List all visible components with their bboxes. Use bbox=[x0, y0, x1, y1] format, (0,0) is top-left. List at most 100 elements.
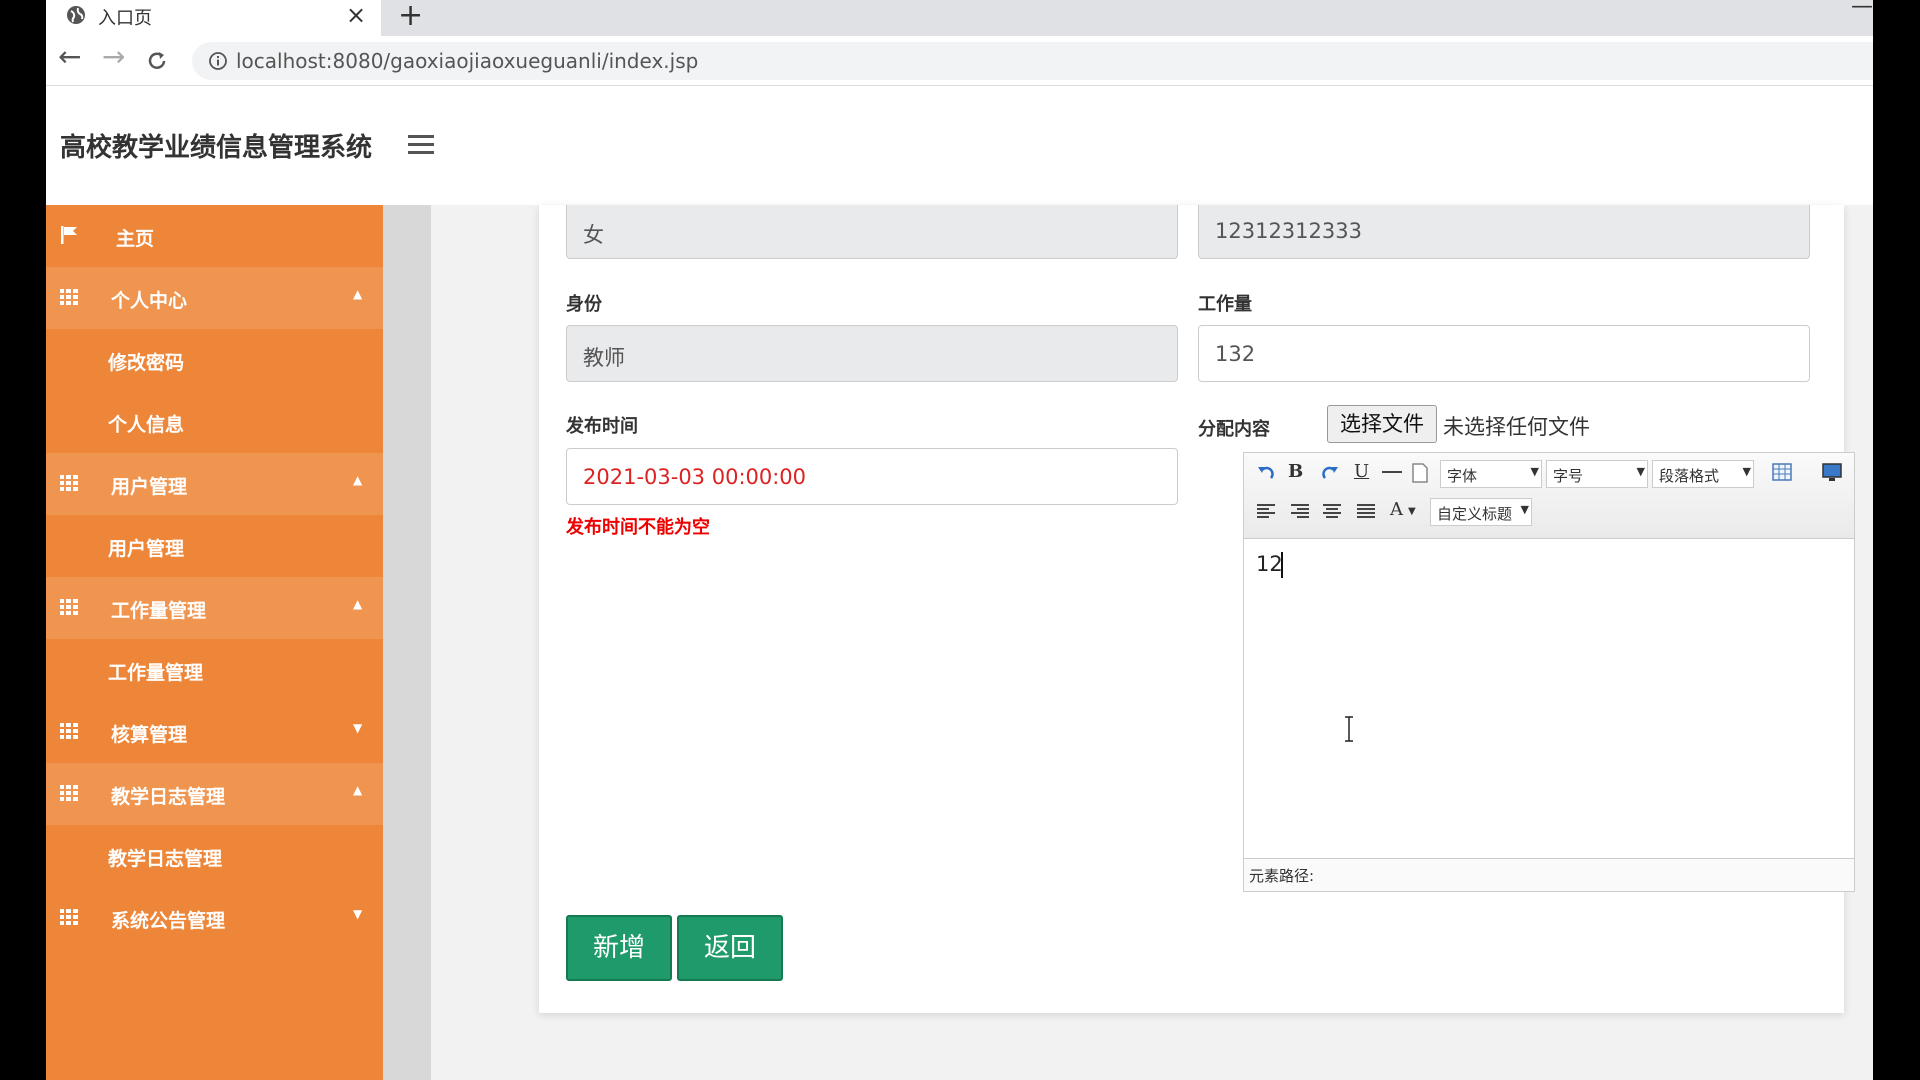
content-label: 分配内容 bbox=[1198, 419, 1270, 440]
gender-value: 女 bbox=[583, 223, 604, 247]
sidebar-item-workload-management[interactable]: 工作量管理 ▲ bbox=[46, 577, 383, 639]
url-bar[interactable]: localhost:8080/gaoxiaojiaoxueguanli/inde… bbox=[192, 42, 1873, 80]
grid-icon bbox=[60, 723, 78, 739]
tab-strip: 入口页 × + — bbox=[46, 0, 1873, 36]
sidebar-item-label: 修改密码 bbox=[108, 352, 185, 374]
gender-field[interactable]: 女 bbox=[566, 205, 1178, 259]
sidebar-item-label: 工作量管理 bbox=[111, 600, 207, 622]
font-family-select[interactable]: 字体 ▼ bbox=[1440, 460, 1542, 488]
sidebar-item-change-password[interactable]: 修改密码 bbox=[46, 329, 383, 391]
underline-icon[interactable]: U bbox=[1354, 461, 1369, 482]
font-size-select[interactable]: 字号 ▼ bbox=[1546, 460, 1648, 488]
new-tab-button[interactable]: + bbox=[398, 0, 423, 33]
element-path-bar: 元素路径: bbox=[1244, 858, 1854, 891]
align-left-icon[interactable] bbox=[1256, 503, 1276, 519]
publish-time-error: 发布时间不能为空 bbox=[566, 517, 710, 538]
editor-toolbar: B U 字体 ▼ 字号 ▼ 段落格式 ▼ A ▼ 自定义标题 ▼ bbox=[1244, 453, 1854, 539]
preview-icon[interactable] bbox=[1822, 462, 1842, 482]
flag-icon bbox=[61, 226, 77, 244]
forward-button[interactable]: → bbox=[102, 40, 125, 73]
sidebar-item-announcement-management[interactable]: 系统公告管理 ▼ bbox=[46, 887, 383, 949]
table-icon[interactable] bbox=[1772, 463, 1792, 481]
element-path-label: 元素路径: bbox=[1249, 867, 1315, 885]
align-center-icon[interactable] bbox=[1322, 503, 1342, 519]
bold-icon[interactable]: B bbox=[1288, 461, 1303, 482]
caret-up-icon: ▲ bbox=[353, 473, 363, 487]
sidebar-item-label: 个人信息 bbox=[108, 414, 185, 436]
info-icon[interactable] bbox=[208, 51, 228, 71]
page-icon[interactable] bbox=[1412, 463, 1428, 483]
identity-field[interactable]: 教师 bbox=[566, 325, 1178, 382]
editor-content-area[interactable]: 12 bbox=[1244, 540, 1854, 858]
app-title: 高校教学业绩信息管理系统 bbox=[60, 133, 373, 163]
editor-content-text: 12 bbox=[1256, 552, 1283, 576]
menu-toggle-icon[interactable] bbox=[408, 135, 434, 155]
sidebar-item-label: 个人中心 bbox=[111, 290, 188, 312]
phone-field[interactable]: 12312312333 bbox=[1198, 205, 1810, 259]
app-header: 高校教学业绩信息管理系统 bbox=[46, 87, 1873, 205]
back-button[interactable]: ← bbox=[58, 40, 81, 73]
sidebar-item-workload-management-sub[interactable]: 工作量管理 bbox=[46, 639, 383, 701]
globe-icon bbox=[67, 6, 85, 24]
sidebar: 主页 个人中心 ▲ 修改密码 个人信息 用户管理 ▲ 用户管理 工作量管理 ▲ bbox=[46, 205, 383, 1080]
add-button[interactable]: 新增 bbox=[566, 915, 672, 981]
back-button-form[interactable]: 返回 bbox=[677, 915, 783, 981]
rich-text-editor: B U 字体 ▼ 字号 ▼ 段落格式 ▼ A ▼ 自定义标题 ▼ 12 元素路径… bbox=[1243, 452, 1855, 892]
grid-icon bbox=[60, 289, 78, 305]
sidebar-item-personal-info[interactable]: 个人信息 bbox=[46, 391, 383, 453]
grid-icon bbox=[60, 785, 78, 801]
workload-label: 工作量 bbox=[1198, 294, 1252, 315]
close-tab-icon[interactable]: × bbox=[346, 1, 366, 29]
font-color-icon[interactable]: A bbox=[1390, 499, 1403, 520]
publish-time-label: 发布时间 bbox=[566, 416, 638, 437]
text-caret bbox=[1281, 552, 1283, 578]
sidebar-item-home[interactable]: 主页 bbox=[46, 205, 383, 267]
font-color-dropdown-icon[interactable]: ▼ bbox=[1408, 506, 1416, 517]
reload-icon[interactable] bbox=[146, 50, 168, 72]
sidebar-item-label: 用户管理 bbox=[108, 538, 185, 560]
caret-down-icon: ▼ bbox=[353, 907, 363, 921]
url-text: localhost:8080/gaoxiaojiaoxueguanli/inde… bbox=[236, 49, 699, 73]
align-justify-icon[interactable] bbox=[1356, 503, 1376, 519]
grid-icon bbox=[60, 475, 78, 491]
caret-up-icon: ▲ bbox=[353, 287, 363, 301]
custom-title-select-label: 自定义标题 bbox=[1437, 505, 1513, 523]
publish-time-input[interactable]: 2021-03-03 00:00:00 bbox=[566, 448, 1178, 505]
undo-icon[interactable] bbox=[1256, 463, 1276, 483]
publish-time-value: 2021-03-03 00:00:00 bbox=[583, 465, 807, 489]
file-status-text: 未选择任何文件 bbox=[1443, 415, 1590, 439]
browser-tab[interactable]: 入口页 × bbox=[46, 0, 381, 36]
sidebar-item-teaching-log-management-sub[interactable]: 教学日志管理 bbox=[46, 825, 383, 887]
address-bar-row: ← → localhost:8080/gaoxiaojiaoxueguanli/… bbox=[46, 36, 1873, 86]
font-family-select-label: 字体 bbox=[1447, 467, 1478, 485]
paragraph-format-select-label: 段落格式 bbox=[1659, 467, 1720, 485]
browser-window: 入口页 × + — ← → localhost:8080/gaoxiaojiao… bbox=[46, 0, 1873, 1080]
sidebar-item-personal-center[interactable]: 个人中心 ▲ bbox=[46, 267, 383, 329]
custom-title-select[interactable]: 自定义标题 ▼ bbox=[1430, 498, 1532, 526]
grid-icon bbox=[60, 599, 78, 615]
sidebar-item-label: 工作量管理 bbox=[108, 662, 204, 684]
identity-value: 教师 bbox=[583, 346, 625, 370]
workload-input[interactable]: 132 bbox=[1198, 325, 1810, 382]
grid-icon bbox=[60, 909, 78, 925]
sidebar-item-accounting-management[interactable]: 核算管理 ▼ bbox=[46, 701, 383, 763]
redo-icon[interactable] bbox=[1320, 463, 1340, 483]
align-right-icon[interactable] bbox=[1290, 503, 1310, 519]
sidebar-item-user-management[interactable]: 用户管理 ▲ bbox=[46, 453, 383, 515]
main-left-strip bbox=[383, 205, 431, 1080]
minimize-button[interactable]: — bbox=[1851, 0, 1873, 19]
sidebar-item-label: 主页 bbox=[116, 228, 155, 250]
sidebar-item-label: 教学日志管理 bbox=[108, 848, 223, 870]
sidebar-item-label: 系统公告管理 bbox=[111, 910, 226, 932]
paragraph-format-select[interactable]: 段落格式 ▼ bbox=[1652, 460, 1754, 488]
workload-value: 132 bbox=[1215, 342, 1256, 366]
text-cursor-icon bbox=[1345, 716, 1353, 742]
choose-file-button[interactable]: 选择文件 bbox=[1327, 405, 1437, 443]
sidebar-item-user-management-sub[interactable]: 用户管理 bbox=[46, 515, 383, 577]
sidebar-item-label: 教学日志管理 bbox=[111, 786, 226, 808]
sidebar-item-teaching-log-management[interactable]: 教学日志管理 ▲ bbox=[46, 763, 383, 825]
caret-up-icon: ▲ bbox=[353, 783, 363, 797]
caret-down-icon: ▼ bbox=[353, 721, 363, 735]
horizontal-rule-icon[interactable] bbox=[1382, 471, 1402, 473]
phone-value: 12312312333 bbox=[1215, 219, 1362, 243]
